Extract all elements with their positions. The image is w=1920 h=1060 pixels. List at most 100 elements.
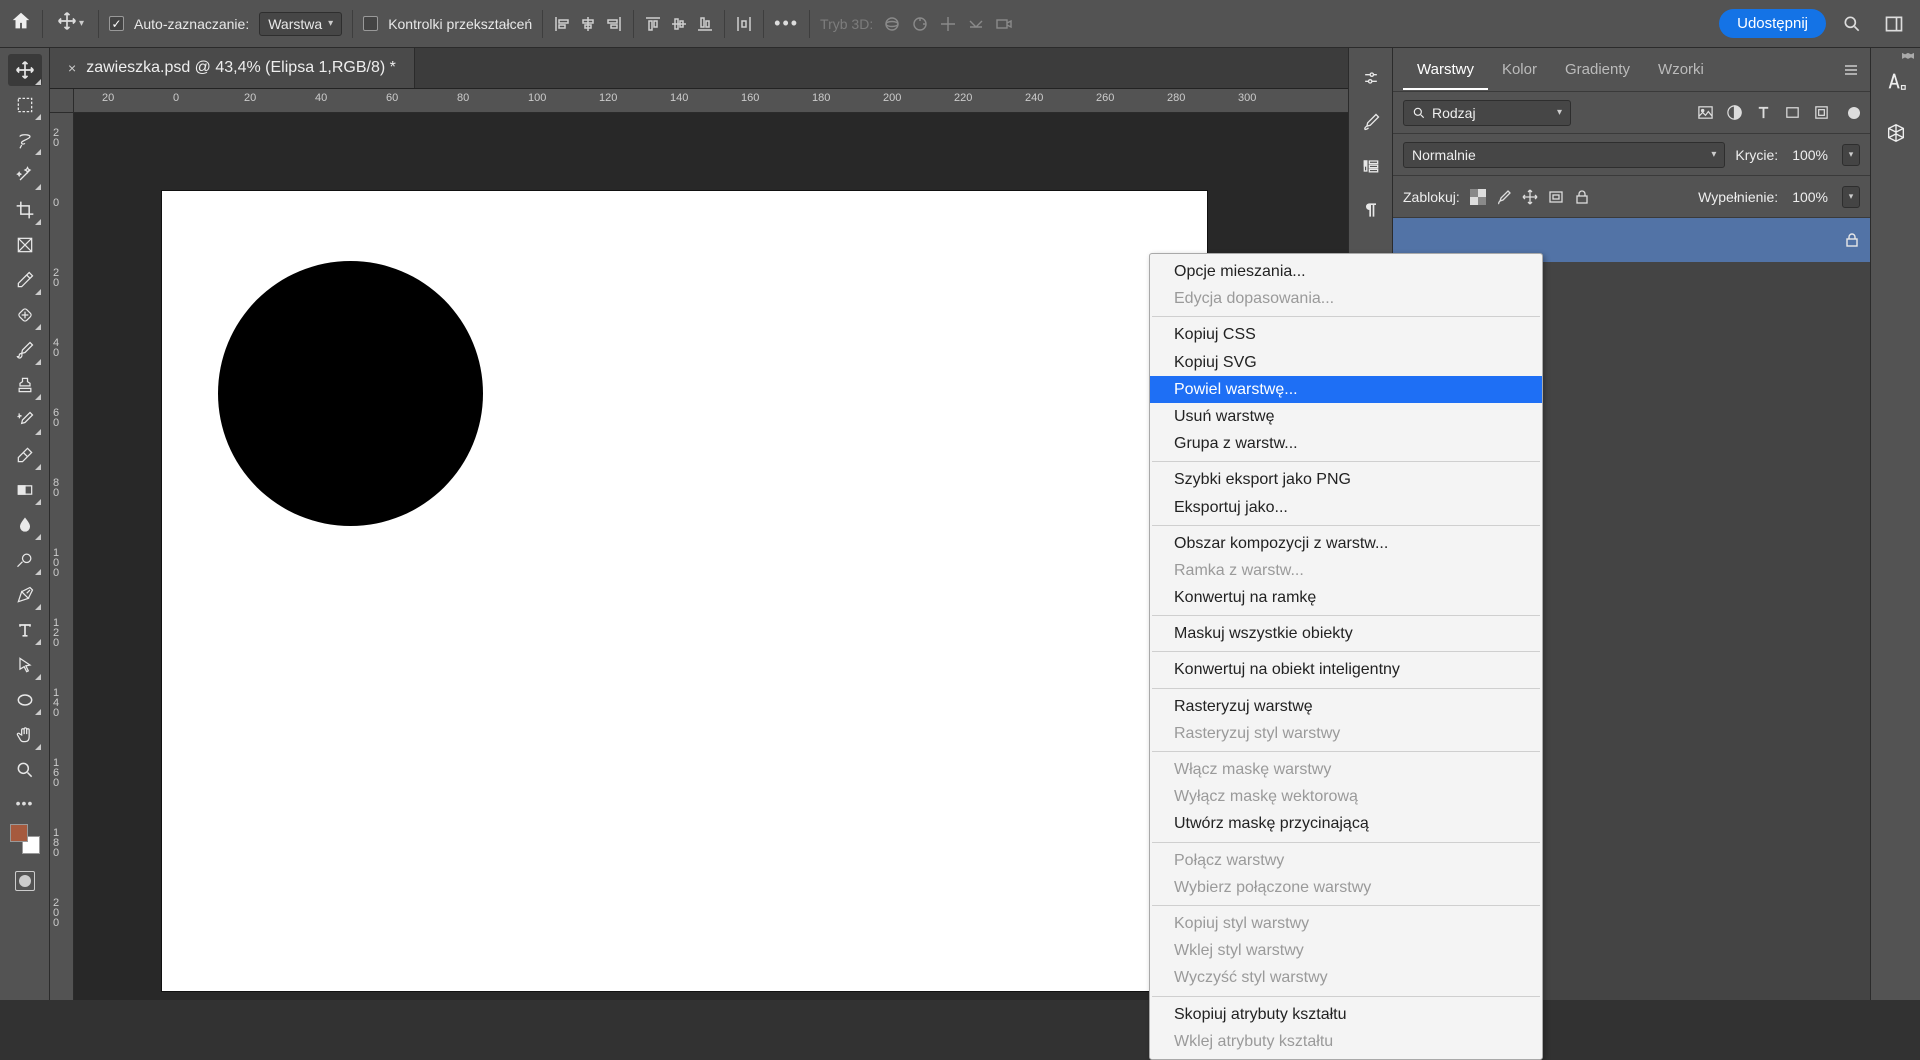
pen-tool[interactable] — [8, 579, 42, 611]
properties-panel-icon[interactable] — [1361, 156, 1381, 176]
tab-color[interactable]: Kolor — [1488, 51, 1551, 88]
eraser-tool[interactable] — [8, 439, 42, 471]
blend-mode-dropdown[interactable]: Normalnie▾ — [1403, 142, 1725, 168]
align-vcenter-icon[interactable] — [670, 15, 688, 33]
ruler-vertical[interactable]: 20020406080100120140160180200 — [50, 113, 74, 1000]
close-tab-icon[interactable]: × — [68, 60, 76, 76]
search-icon[interactable] — [1842, 14, 1862, 34]
3d-slide-icon[interactable] — [967, 15, 985, 33]
filter-type-icon[interactable] — [1755, 104, 1772, 121]
context-menu-item[interactable]: Utwórz maskę przycinającą — [1150, 810, 1542, 837]
align-right-icon[interactable] — [605, 15, 623, 33]
document-tab[interactable]: × zawieszka.psd @ 43,4% (Elipsa 1,RGB/8)… — [50, 48, 415, 88]
ruler-horizontal[interactable]: 2002040608010012014016018020022024026028… — [50, 89, 1348, 113]
marquee-tool[interactable] — [8, 89, 42, 121]
move-tool[interactable] — [8, 54, 42, 86]
brush-tool[interactable] — [8, 334, 42, 366]
lock-transparency-icon[interactable] — [1470, 189, 1486, 205]
adjustments-panel-icon[interactable] — [1361, 68, 1381, 88]
auto-select-target-dropdown[interactable]: Warstwa▾ — [259, 12, 342, 36]
frame-tool[interactable] — [8, 229, 42, 261]
align-left-icon[interactable] — [553, 15, 571, 33]
ellipse-layer-shape[interactable] — [218, 261, 483, 526]
clone-stamp-tool[interactable] — [8, 369, 42, 401]
context-menu-item[interactable]: Kopiuj CSS — [1150, 321, 1542, 348]
filter-shape-icon[interactable] — [1784, 104, 1801, 121]
character-panel-icon[interactable] — [1885, 70, 1907, 92]
align-hcenter-icon[interactable] — [579, 15, 597, 33]
context-menu-item[interactable]: Skopiuj atrybuty kształtu — [1150, 1001, 1542, 1028]
quick-mask-toggle[interactable] — [15, 871, 35, 891]
foreground-color-swatch[interactable] — [10, 824, 28, 842]
home-icon[interactable] — [10, 10, 32, 37]
collapse-right-icon[interactable]: ▸▸ — [1902, 48, 1914, 62]
divider — [809, 10, 810, 38]
transform-controls-checkbox[interactable] — [363, 16, 378, 31]
3d-camera-icon[interactable] — [995, 15, 1013, 33]
lock-artboard-icon[interactable] — [1548, 189, 1564, 205]
edit-toolbar-icon[interactable]: ••• — [16, 795, 34, 811]
move-tool-indicator[interactable]: ▾ — [53, 7, 88, 40]
fill-stepper[interactable]: ▾ — [1842, 186, 1860, 208]
tab-patterns[interactable]: Wzorki — [1644, 51, 1718, 88]
color-swatches[interactable] — [10, 824, 40, 854]
context-menu-item[interactable]: Konwertuj na obiekt inteligentny — [1150, 656, 1542, 683]
lock-position-icon[interactable] — [1522, 189, 1538, 205]
eyedropper-tool[interactable] — [8, 264, 42, 296]
share-button[interactable]: Udostępnij — [1719, 9, 1826, 38]
opacity-stepper[interactable]: ▾ — [1842, 144, 1860, 166]
context-menu-item[interactable]: Usuń warstwę — [1150, 403, 1542, 430]
distribute-icon[interactable] — [735, 15, 753, 33]
lasso-tool[interactable] — [8, 124, 42, 156]
3d-pan-icon[interactable] — [939, 15, 957, 33]
context-menu-item[interactable]: Szybki eksport jako PNG — [1150, 466, 1542, 493]
more-options-icon[interactable]: ••• — [774, 13, 799, 34]
3d-rotate-icon[interactable] — [911, 15, 929, 33]
3d-orbit-icon[interactable] — [883, 15, 901, 33]
chevron-down-icon: ▾ — [328, 18, 333, 29]
context-menu-item[interactable]: Rasteryzuj warstwę — [1150, 693, 1542, 720]
tab-layers[interactable]: Warstwy — [1403, 51, 1488, 90]
type-tool[interactable] — [8, 614, 42, 646]
auto-select-checkbox[interactable] — [109, 16, 124, 31]
3d-panel-icon[interactable] — [1885, 122, 1907, 144]
context-menu-item[interactable]: Kopiuj SVG — [1150, 349, 1542, 376]
lock-all-icon[interactable] — [1574, 189, 1590, 205]
workspace-layout-icon[interactable] — [1884, 14, 1904, 34]
context-menu-item[interactable]: Obszar kompozycji z warstw... — [1150, 530, 1542, 557]
brushes-panel-icon[interactable] — [1361, 112, 1381, 132]
panel-menu-icon[interactable] — [1842, 61, 1860, 79]
menu-separator — [1152, 615, 1540, 616]
filter-adjust-icon[interactable] — [1726, 104, 1743, 121]
tab-gradients[interactable]: Gradienty — [1551, 51, 1644, 88]
context-menu-item[interactable]: Grupa z warstw... — [1150, 430, 1542, 457]
context-menu-item: Kopiuj styl warstwy — [1150, 910, 1542, 937]
filter-pixel-icon[interactable] — [1697, 104, 1714, 121]
lock-icon[interactable] — [1844, 232, 1860, 248]
magic-wand-tool[interactable] — [8, 159, 42, 191]
healing-tool[interactable] — [8, 299, 42, 331]
paragraph-panel-icon[interactable] — [1361, 200, 1381, 220]
fill-value[interactable]: 100% — [1788, 189, 1832, 205]
context-menu-item[interactable]: Opcje mieszania... — [1150, 258, 1542, 285]
dodge-tool[interactable] — [8, 544, 42, 576]
history-brush-tool[interactable] — [8, 404, 42, 436]
hand-tool[interactable] — [8, 719, 42, 751]
align-top-icon[interactable] — [644, 15, 662, 33]
filter-toggle-icon[interactable] — [1848, 107, 1860, 119]
ellipse-shape-tool[interactable] — [8, 684, 42, 716]
gradient-tool[interactable] — [8, 474, 42, 506]
blur-tool[interactable] — [8, 509, 42, 541]
zoom-tool[interactable] — [8, 754, 42, 786]
lock-paint-icon[interactable] — [1496, 189, 1512, 205]
context-menu-item[interactable]: Powiel warstwę... — [1150, 376, 1542, 403]
align-bottom-icon[interactable] — [696, 15, 714, 33]
context-menu-item[interactable]: Eksportuj jako... — [1150, 494, 1542, 521]
crop-tool[interactable] — [8, 194, 42, 226]
context-menu-item[interactable]: Maskuj wszystkie obiekty — [1150, 620, 1542, 647]
path-select-tool[interactable] — [8, 649, 42, 681]
context-menu-item[interactable]: Konwertuj na ramkę — [1150, 584, 1542, 611]
opacity-value[interactable]: 100% — [1788, 147, 1832, 163]
filter-smart-icon[interactable] — [1813, 104, 1830, 121]
filter-type-dropdown[interactable]: Rodzaj ▾ — [1403, 100, 1571, 126]
